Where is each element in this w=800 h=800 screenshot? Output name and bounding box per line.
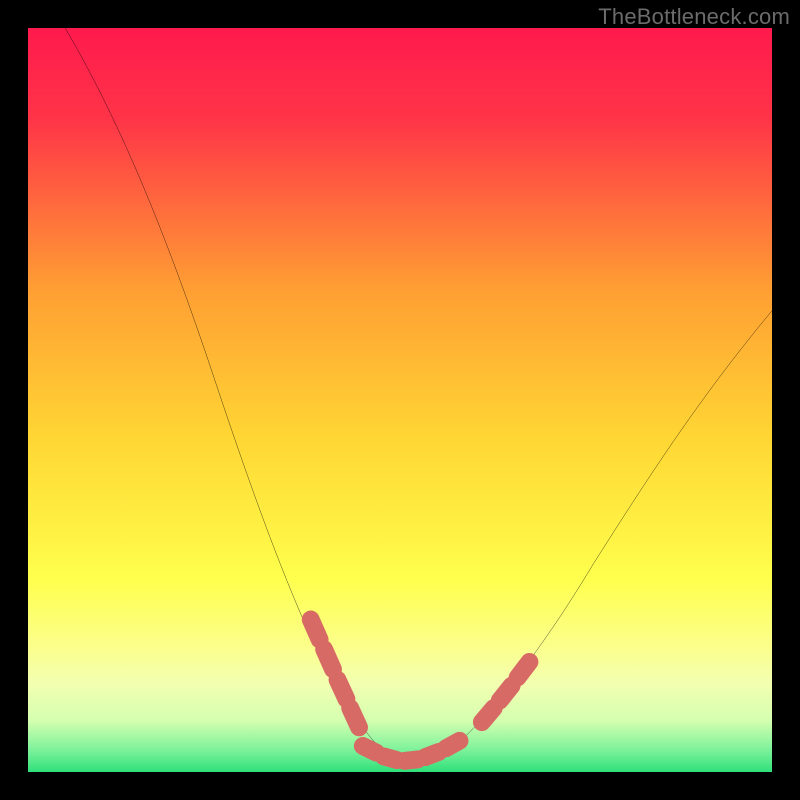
bottleneck-chart xyxy=(28,28,772,772)
watermark-text: TheBottleneck.com xyxy=(598,4,790,30)
chart-background xyxy=(28,28,772,772)
chart-frame: TheBottleneck.com xyxy=(0,0,800,800)
